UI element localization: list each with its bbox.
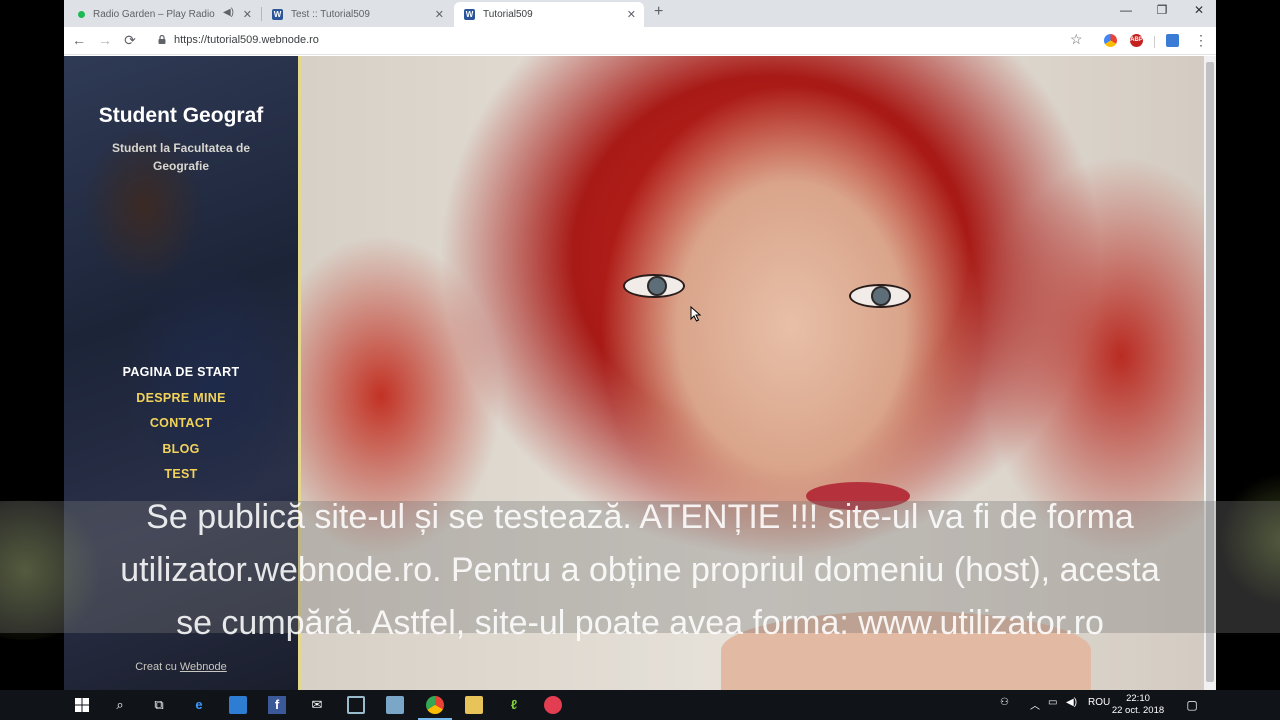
windows-start-icon[interactable] [73, 696, 91, 714]
caption-line: Se publică site-ul și se testează. ATENȚ… [146, 498, 1134, 536]
credit-prefix: Creat cu [135, 661, 177, 673]
close-tab-icon[interactable]: ✕ [627, 8, 636, 21]
menu-item-contact[interactable]: CONTACT [64, 413, 298, 439]
extension-icon[interactable] [1166, 34, 1179, 47]
store-icon[interactable] [229, 696, 247, 714]
webnode-favicon-icon: W [272, 9, 283, 20]
mail-icon[interactable]: ✉ [308, 696, 326, 714]
clock-time: 22:10 [1126, 693, 1150, 704]
task-view-icon[interactable]: ⧉ [150, 696, 168, 714]
chevron-up-icon[interactable]: ︿ [1030, 697, 1040, 712]
computer-icon[interactable] [347, 696, 365, 714]
facebook-icon[interactable]: f [268, 696, 286, 714]
tutorial-caption: Se publică site-ul și se testează. ATENȚ… [0, 491, 1280, 650]
tab-bar: Radio Garden – Play Radio ◀) ✕ W Test ::… [64, 0, 1216, 27]
app-icon[interactable] [544, 696, 562, 714]
caption-line: se cumpără. Astfel, site-ul poate avea f… [176, 604, 1104, 642]
tab-tutorial509[interactable]: W Tutorial509 ✕ [454, 2, 644, 27]
left-eye-shape [623, 274, 685, 298]
edge-browser-icon[interactable]: e [190, 696, 208, 714]
site-title[interactable]: Student Geograf [64, 104, 298, 128]
tab-title: Test :: Tutorial509 [291, 9, 370, 20]
site-subtitle: Student la Facultatea de Geografie [111, 141, 251, 173]
minimize-button[interactable]: — [1113, 3, 1139, 17]
bookmark-star-icon[interactable]: ☆ [1070, 31, 1083, 48]
lock-icon [158, 35, 166, 44]
language-indicator[interactable]: ROU [1088, 697, 1110, 708]
webnode-credit: Creat cu Webnode [64, 661, 298, 673]
tab-title: Radio Garden – Play Radio [93, 9, 215, 20]
clock-date: 22 oct. 2018 [1111, 705, 1165, 716]
search-icon[interactable]: ⌕ [111, 696, 129, 714]
clock[interactable]: 22:10 22 oct. 2018 [1110, 693, 1166, 717]
close-window-button[interactable]: ✕ [1186, 3, 1212, 17]
new-tab-button[interactable]: + [654, 3, 663, 21]
menu-dots-icon[interactable]: ⋮ [1194, 32, 1208, 49]
app-icon[interactable] [386, 696, 404, 714]
chrome-icon[interactable] [426, 696, 444, 714]
back-button[interactable]: ← [70, 32, 88, 48]
radio-garden-favicon-icon [78, 11, 85, 18]
volume-icon[interactable]: ◀) [1066, 697, 1077, 708]
toolbar-divider [1154, 36, 1155, 48]
network-icon[interactable]: ▭ [1048, 697, 1057, 708]
people-icon[interactable]: ⚇ [1000, 697, 1009, 708]
close-tab-icon[interactable]: ✕ [435, 8, 444, 21]
close-tab-icon[interactable]: ✕ [243, 8, 252, 21]
maximize-button[interactable]: ❐ [1149, 3, 1175, 17]
tab-test-tutorial509[interactable]: W Test :: Tutorial509 ✕ [262, 2, 452, 27]
site-menu: PAGINA DE START DESPRE MINE CONTACT BLOG… [64, 362, 298, 490]
reload-button[interactable]: ⟳ [121, 32, 139, 49]
address-bar[interactable]: https://tutorial509.webnode.ro [174, 34, 319, 46]
menu-item-test[interactable]: TEST [64, 464, 298, 490]
windows-taskbar: ⌕ ⧉ e f ✉ ℓ ⚇ ︿ ▭ ◀) ROU 22:10 22 oct. 2… [0, 690, 1280, 720]
right-eye-shape [849, 284, 911, 308]
action-center-icon[interactable]: ▢ [1183, 696, 1201, 714]
webnode-favicon-icon: W [464, 9, 475, 20]
menu-item-blog[interactable]: BLOG [64, 439, 298, 465]
extension-icon[interactable] [1104, 34, 1117, 47]
tab-radio-garden[interactable]: Radio Garden – Play Radio ◀) ✕ [68, 2, 260, 27]
webnode-link[interactable]: Webnode [180, 661, 227, 673]
browser-toolbar: ← → ⟳ https://tutorial509.webnode.ro ☆ A… [64, 27, 1216, 55]
menu-item-despre-mine[interactable]: DESPRE MINE [64, 388, 298, 414]
caption-line: utilizator.webnode.ro. Pentru a obține p… [120, 551, 1160, 589]
screen: Radio Garden – Play Radio ◀) ✕ W Test ::… [0, 0, 1280, 720]
tab-title: Tutorial509 [483, 9, 533, 20]
file-explorer-icon[interactable] [465, 696, 483, 714]
menu-item-pagina-de-start[interactable]: PAGINA DE START [64, 362, 298, 388]
adblock-icon[interactable]: ABP [1130, 34, 1143, 47]
mouse-cursor-icon [690, 306, 702, 322]
forward-button[interactable]: → [96, 32, 114, 48]
app-icon[interactable]: ℓ [505, 696, 523, 714]
speaker-icon[interactable]: ◀) [223, 7, 234, 18]
